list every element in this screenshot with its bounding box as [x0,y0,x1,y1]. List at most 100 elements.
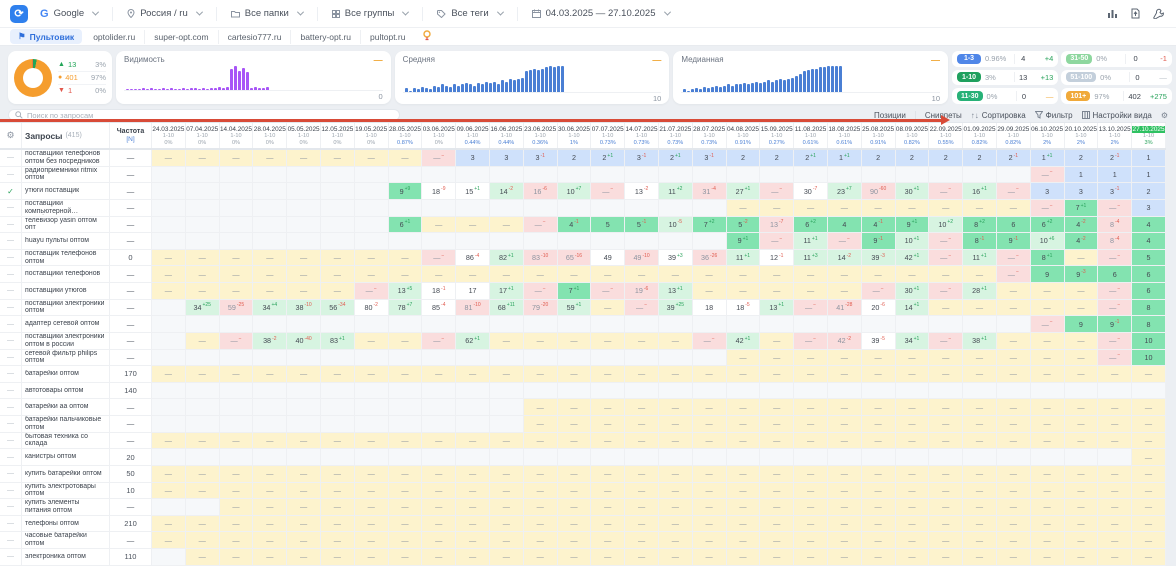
position-cell[interactable] [693,233,727,249]
project-tab-active[interactable]: ⚑ Пультовик [10,29,82,44]
position-cell[interactable]: 8 [1132,300,1166,316]
position-cell[interactable] [1065,449,1099,465]
position-cell[interactable] [1031,383,1065,399]
row-checkbox[interactable]: — [0,366,22,382]
row-checkbox[interactable]: — [0,532,22,548]
position-cell[interactable]: — [152,466,186,482]
position-cell[interactable] [1098,383,1132,399]
position-cell[interactable] [220,383,254,399]
position-cell[interactable]: — [963,416,997,432]
position-cell[interactable] [490,167,524,183]
position-cell[interactable] [253,233,287,249]
position-cell[interactable] [355,316,389,332]
position-cell[interactable]: —− [422,250,456,266]
position-cell[interactable] [794,449,828,465]
position-cell[interactable]: — [355,532,389,548]
position-cell[interactable]: — [389,333,423,349]
position-cell[interactable]: — [422,516,456,532]
position-cell[interactable] [389,233,423,249]
position-cell[interactable]: 16-6 [524,183,558,199]
filter-button[interactable]: Фильтр [1035,111,1073,120]
position-cell[interactable]: 6 [1132,283,1166,299]
position-cell[interactable]: 31-4 [693,183,727,199]
position-cell[interactable]: 30+1 [896,283,930,299]
position-cell[interactable]: 2-1 [997,150,1031,166]
position-cell[interactable]: — [287,532,321,548]
position-cell[interactable]: — [152,433,186,449]
frequency-header[interactable]: Частота [N] [110,123,152,148]
position-cell[interactable] [186,416,220,432]
position-cell[interactable]: 90-60 [862,183,896,199]
position-cell[interactable] [321,449,355,465]
position-cell[interactable]: 2 [862,150,896,166]
position-cell[interactable]: — [321,532,355,548]
position-cell[interactable] [659,449,693,465]
position-cell[interactable]: — [355,250,389,266]
position-cell[interactable]: — [591,483,625,499]
position-cell[interactable] [321,350,355,366]
badge-row-1-3[interactable]: 1-30.96%4+4 [952,51,1058,67]
position-cell[interactable]: — [1031,433,1065,449]
date-column-header-07.07.2025[interactable]: 07.07.20251-100.73% [591,123,625,148]
position-cell[interactable]: — [862,532,896,548]
position-cell[interactable]: 9-1 [862,233,896,249]
position-cell[interactable]: 86-4 [456,250,490,266]
position-cell[interactable] [152,333,186,349]
position-cell[interactable]: 49-10 [625,250,659,266]
position-cell[interactable]: 18 [693,300,727,316]
position-cell[interactable]: — [862,399,896,415]
query-cell[interactable]: утюги поставщик [22,183,110,199]
query-cell[interactable]: поставщики электроники оптом в россии [22,333,110,349]
position-cell[interactable]: — [490,433,524,449]
position-cell[interactable] [152,316,186,332]
position-cell[interactable] [220,183,254,199]
query-cell[interactable]: радиоприемники ritmix оптом [22,167,110,183]
view-settings-button[interactable]: Настройки вида [1082,111,1152,120]
position-cell[interactable] [422,416,456,432]
query-cell[interactable]: часовые батарейки оптом [22,532,110,548]
position-cell[interactable]: — [220,499,254,515]
position-cell[interactable] [591,316,625,332]
position-cell[interactable] [558,316,592,332]
position-cell[interactable]: — [287,283,321,299]
position-cell[interactable] [490,383,524,399]
position-cell[interactable]: — [659,532,693,548]
query-cell[interactable]: поставщики электроники оптом [22,300,110,316]
tools-icon[interactable] [1153,8,1164,19]
position-cell[interactable]: — [625,366,659,382]
position-cell[interactable]: 80-2 [355,300,389,316]
position-cell[interactable]: 3 [1065,183,1099,199]
position-cell[interactable]: — [524,366,558,382]
position-cell[interactable] [253,167,287,183]
position-cell[interactable] [355,183,389,199]
position-cell[interactable] [389,316,423,332]
position-cell[interactable]: —− [997,266,1031,282]
position-cell[interactable]: — [693,399,727,415]
position-cell[interactable]: 23+7 [828,183,862,199]
position-cell[interactable]: 83-10 [524,250,558,266]
position-cell[interactable]: — [524,333,558,349]
position-cell[interactable] [727,316,761,332]
position-cell[interactable]: — [253,549,287,565]
position-cell[interactable] [389,399,423,415]
position-cell[interactable] [625,316,659,332]
position-cell[interactable] [490,233,524,249]
position-cell[interactable] [591,449,625,465]
position-cell[interactable] [625,383,659,399]
position-cell[interactable] [321,183,355,199]
position-cell[interactable]: — [287,433,321,449]
position-cell[interactable]: — [186,483,220,499]
position-cell[interactable] [963,167,997,183]
position-cell[interactable]: —− [524,283,558,299]
position-cell[interactable]: — [929,466,963,482]
position-cell[interactable]: — [321,483,355,499]
position-cell[interactable]: — [896,466,930,482]
position-cell[interactable]: — [152,250,186,266]
position-cell[interactable]: 2 [760,150,794,166]
position-cell[interactable]: — [828,366,862,382]
position-cell[interactable]: — [997,399,1031,415]
position-cell[interactable] [794,167,828,183]
position-cell[interactable] [591,200,625,216]
position-cell[interactable]: 11+1 [727,250,761,266]
position-cell[interactable]: — [929,366,963,382]
